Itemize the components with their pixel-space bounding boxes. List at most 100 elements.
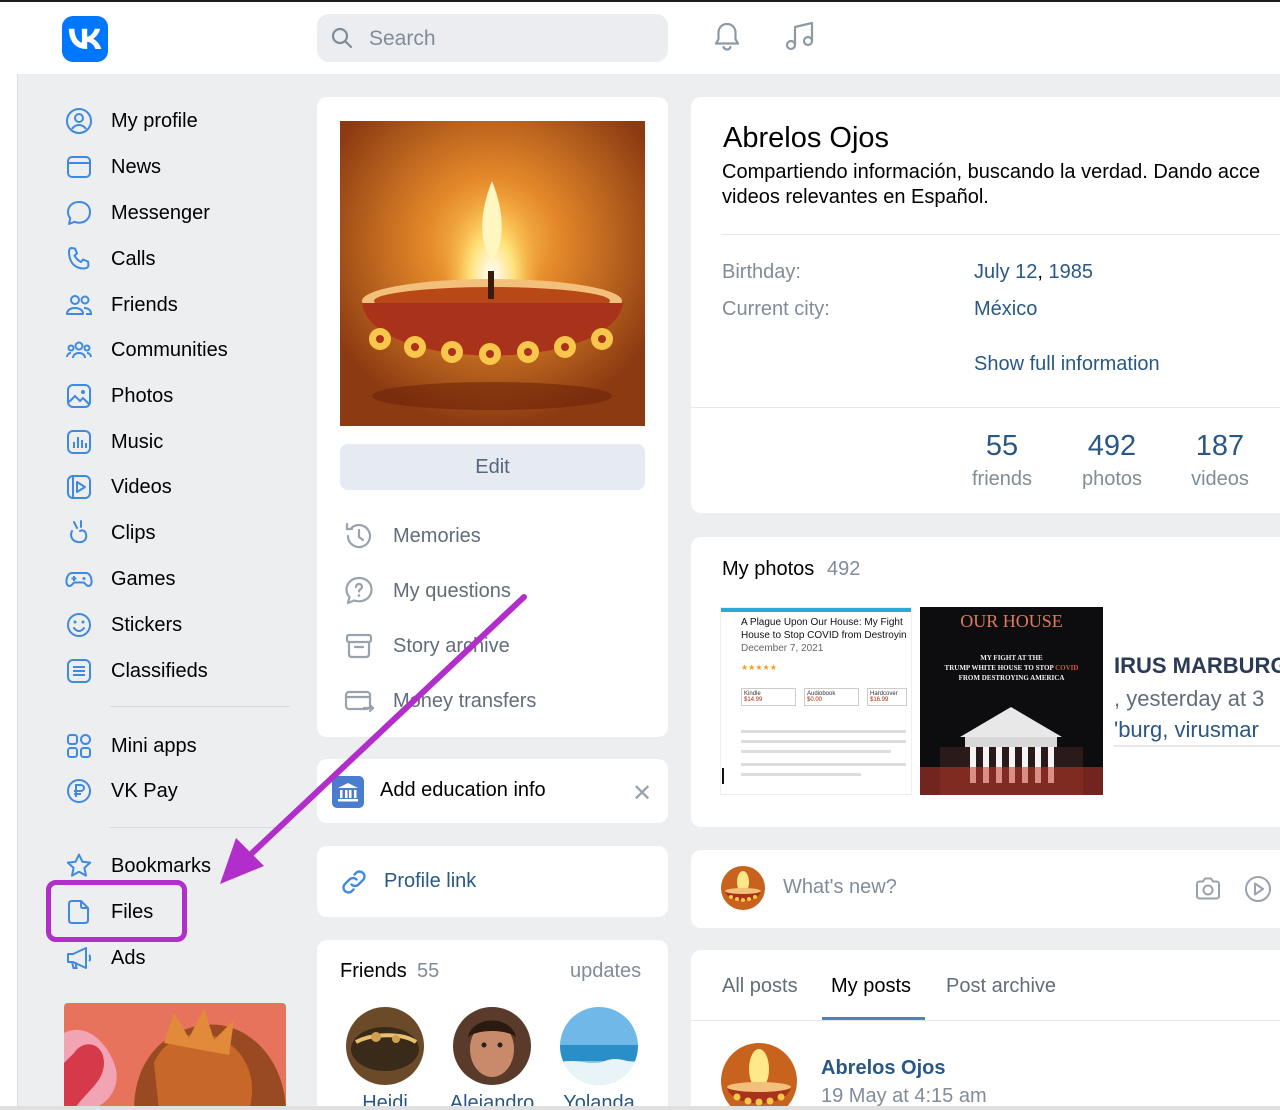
friends-updates-link[interactable]: updates — [570, 960, 641, 983]
birthday-value: July 12, 1985 — [974, 261, 1093, 283]
friends-title[interactable]: Friends — [340, 960, 407, 983]
sidebar-item-classifieds[interactable]: Classifieds — [64, 654, 304, 688]
menu-item-my-questions[interactable]: My questions — [342, 574, 511, 608]
tab-all-posts[interactable]: All posts — [722, 975, 798, 998]
tabs-divider — [691, 1020, 1280, 1021]
files-highlight-annotation — [46, 880, 187, 942]
photo-thumbnail[interactable]: IRUS MARBURG , yesterday at 3 'burg, vir… — [1114, 607, 1280, 747]
whats-new-input[interactable]: What's new? — [783, 876, 897, 899]
diya-lamp-image — [340, 121, 645, 426]
university-icon — [332, 776, 364, 808]
city-value[interactable]: México — [974, 298, 1037, 321]
smile-icon — [67, 613, 91, 637]
stat-friends-label[interactable]: friends — [947, 468, 1057, 491]
link-icon — [342, 870, 366, 894]
my-photos-title[interactable]: My photos — [722, 558, 814, 581]
notifications-bell-icon[interactable] — [710, 20, 744, 54]
classifieds-icon — [67, 659, 91, 683]
profile-status: Compartiendo información, buscando la ve… — [722, 161, 1261, 208]
chat-bubble-icon — [67, 201, 91, 225]
sidebar-item-calls[interactable]: Calls — [64, 242, 304, 276]
music-icon — [67, 430, 91, 454]
search-icon — [331, 27, 353, 49]
sidebar-item-games[interactable]: Games — [64, 562, 304, 596]
sidebar-item-news[interactable]: News — [64, 150, 304, 184]
profile-link-label[interactable]: Profile link — [384, 870, 476, 893]
sidebar-divider — [110, 706, 290, 707]
memories-clock-icon — [345, 522, 372, 549]
birthday-label: Birthday: — [722, 261, 801, 283]
post-author-avatar[interactable] — [721, 1043, 797, 1110]
sidebar-item-videos[interactable]: Videos — [64, 470, 304, 504]
info-divider — [721, 234, 1280, 235]
vk-logo-icon — [68, 28, 102, 49]
window-left-edge — [17, 74, 18, 1110]
edit-profile-button[interactable]: Edit — [340, 444, 645, 490]
profile-name: Abrelos Ojos — [723, 122, 890, 154]
video-icon — [67, 475, 91, 499]
tab-post-archive[interactable]: Post archive — [946, 975, 1056, 998]
sidebar-item-photos[interactable]: Photos — [64, 379, 304, 413]
post-date[interactable]: 19 May at 4:15 am — [821, 1085, 987, 1108]
menu-item-story-archive[interactable]: Story archive — [342, 629, 510, 663]
search-bar[interactable]: Search — [317, 14, 668, 62]
tab-my-posts[interactable]: My posts — [831, 975, 911, 998]
friends-icon — [66, 295, 93, 315]
video-play-icon[interactable] — [1242, 873, 1274, 905]
friend-avatar[interactable] — [453, 1007, 531, 1085]
city-label: Current city: — [722, 298, 830, 320]
stat-videos-label[interactable]: videos — [1165, 468, 1275, 491]
stat-photos-label[interactable]: photos — [1057, 468, 1167, 491]
camera-icon[interactable] — [1192, 873, 1224, 905]
sidebar-item-my-profile[interactable]: My profile — [64, 104, 304, 138]
friend-avatar[interactable] — [560, 1007, 638, 1085]
my-photos-count: 492 — [827, 558, 861, 580]
add-education-link[interactable]: Add education info — [380, 779, 546, 802]
question-bubble-icon — [345, 576, 373, 605]
post-author-name[interactable]: Abrelos Ojos — [821, 1057, 945, 1080]
music-note-icon[interactable] — [782, 18, 818, 54]
sidebar-item-communities[interactable]: Communities — [64, 333, 304, 367]
friends-count: 55 — [417, 960, 440, 982]
photo-icon — [67, 384, 91, 408]
window-bottom-edge — [0, 1106, 1280, 1110]
search-placeholder: Search — [369, 27, 436, 50]
sidebar-item-stickers[interactable]: Stickers — [64, 608, 304, 642]
star-icon — [66, 853, 92, 877]
stat-photos-value[interactable]: 492 — [1057, 430, 1167, 463]
sidebar-item-ads[interactable]: Ads — [64, 941, 304, 975]
money-transfer-icon — [344, 690, 375, 713]
sidebar-item-vk-pay[interactable]: VK Pay — [64, 774, 304, 808]
friend-avatar[interactable] — [346, 1007, 424, 1085]
sidebar-item-messenger[interactable]: Messenger — [64, 196, 304, 230]
phone-icon — [68, 247, 90, 270]
close-education-button[interactable]: ✕ — [632, 779, 652, 808]
game-promo-banner[interactable] — [64, 1003, 286, 1110]
photo-thumbnail[interactable]: OUR HOUSE MY FIGHT AT THE TRUMP WHITE HO… — [920, 607, 1103, 795]
user-circle-icon — [66, 108, 92, 134]
stat-videos-value[interactable]: 187 — [1165, 430, 1275, 463]
archive-box-icon — [345, 633, 373, 659]
info-divider — [691, 407, 1280, 408]
sidebar-item-friends[interactable]: Friends — [64, 288, 304, 322]
menu-item-money-transfers[interactable]: Money transfers — [342, 684, 536, 718]
sidebar-item-clips[interactable]: Clips — [64, 516, 304, 550]
sidebar-item-music[interactable]: Music — [64, 425, 304, 459]
megaphone-icon — [67, 947, 92, 969]
profile-avatar-image[interactable] — [340, 121, 645, 426]
gamepad-icon — [65, 572, 93, 587]
news-icon — [67, 156, 91, 178]
show-full-info-link[interactable]: Show full information — [974, 353, 1160, 376]
ruble-coin-icon — [67, 779, 91, 803]
apps-grid-icon — [67, 734, 91, 758]
vk-logo[interactable] — [62, 16, 108, 62]
stat-friends-value[interactable]: 55 — [947, 430, 1057, 463]
sidebar-divider — [110, 827, 290, 828]
photo-thumbnail[interactable]: A Plague Upon Our House: My Fight House … — [720, 607, 912, 795]
game-promo-image — [64, 1003, 286, 1110]
communities-icon — [66, 341, 92, 359]
composer-avatar — [721, 866, 765, 910]
sidebar-item-bookmarks[interactable]: Bookmarks — [64, 849, 304, 883]
menu-item-memories[interactable]: Memories — [342, 519, 481, 553]
sidebar-item-mini-apps[interactable]: Mini apps — [64, 729, 304, 763]
